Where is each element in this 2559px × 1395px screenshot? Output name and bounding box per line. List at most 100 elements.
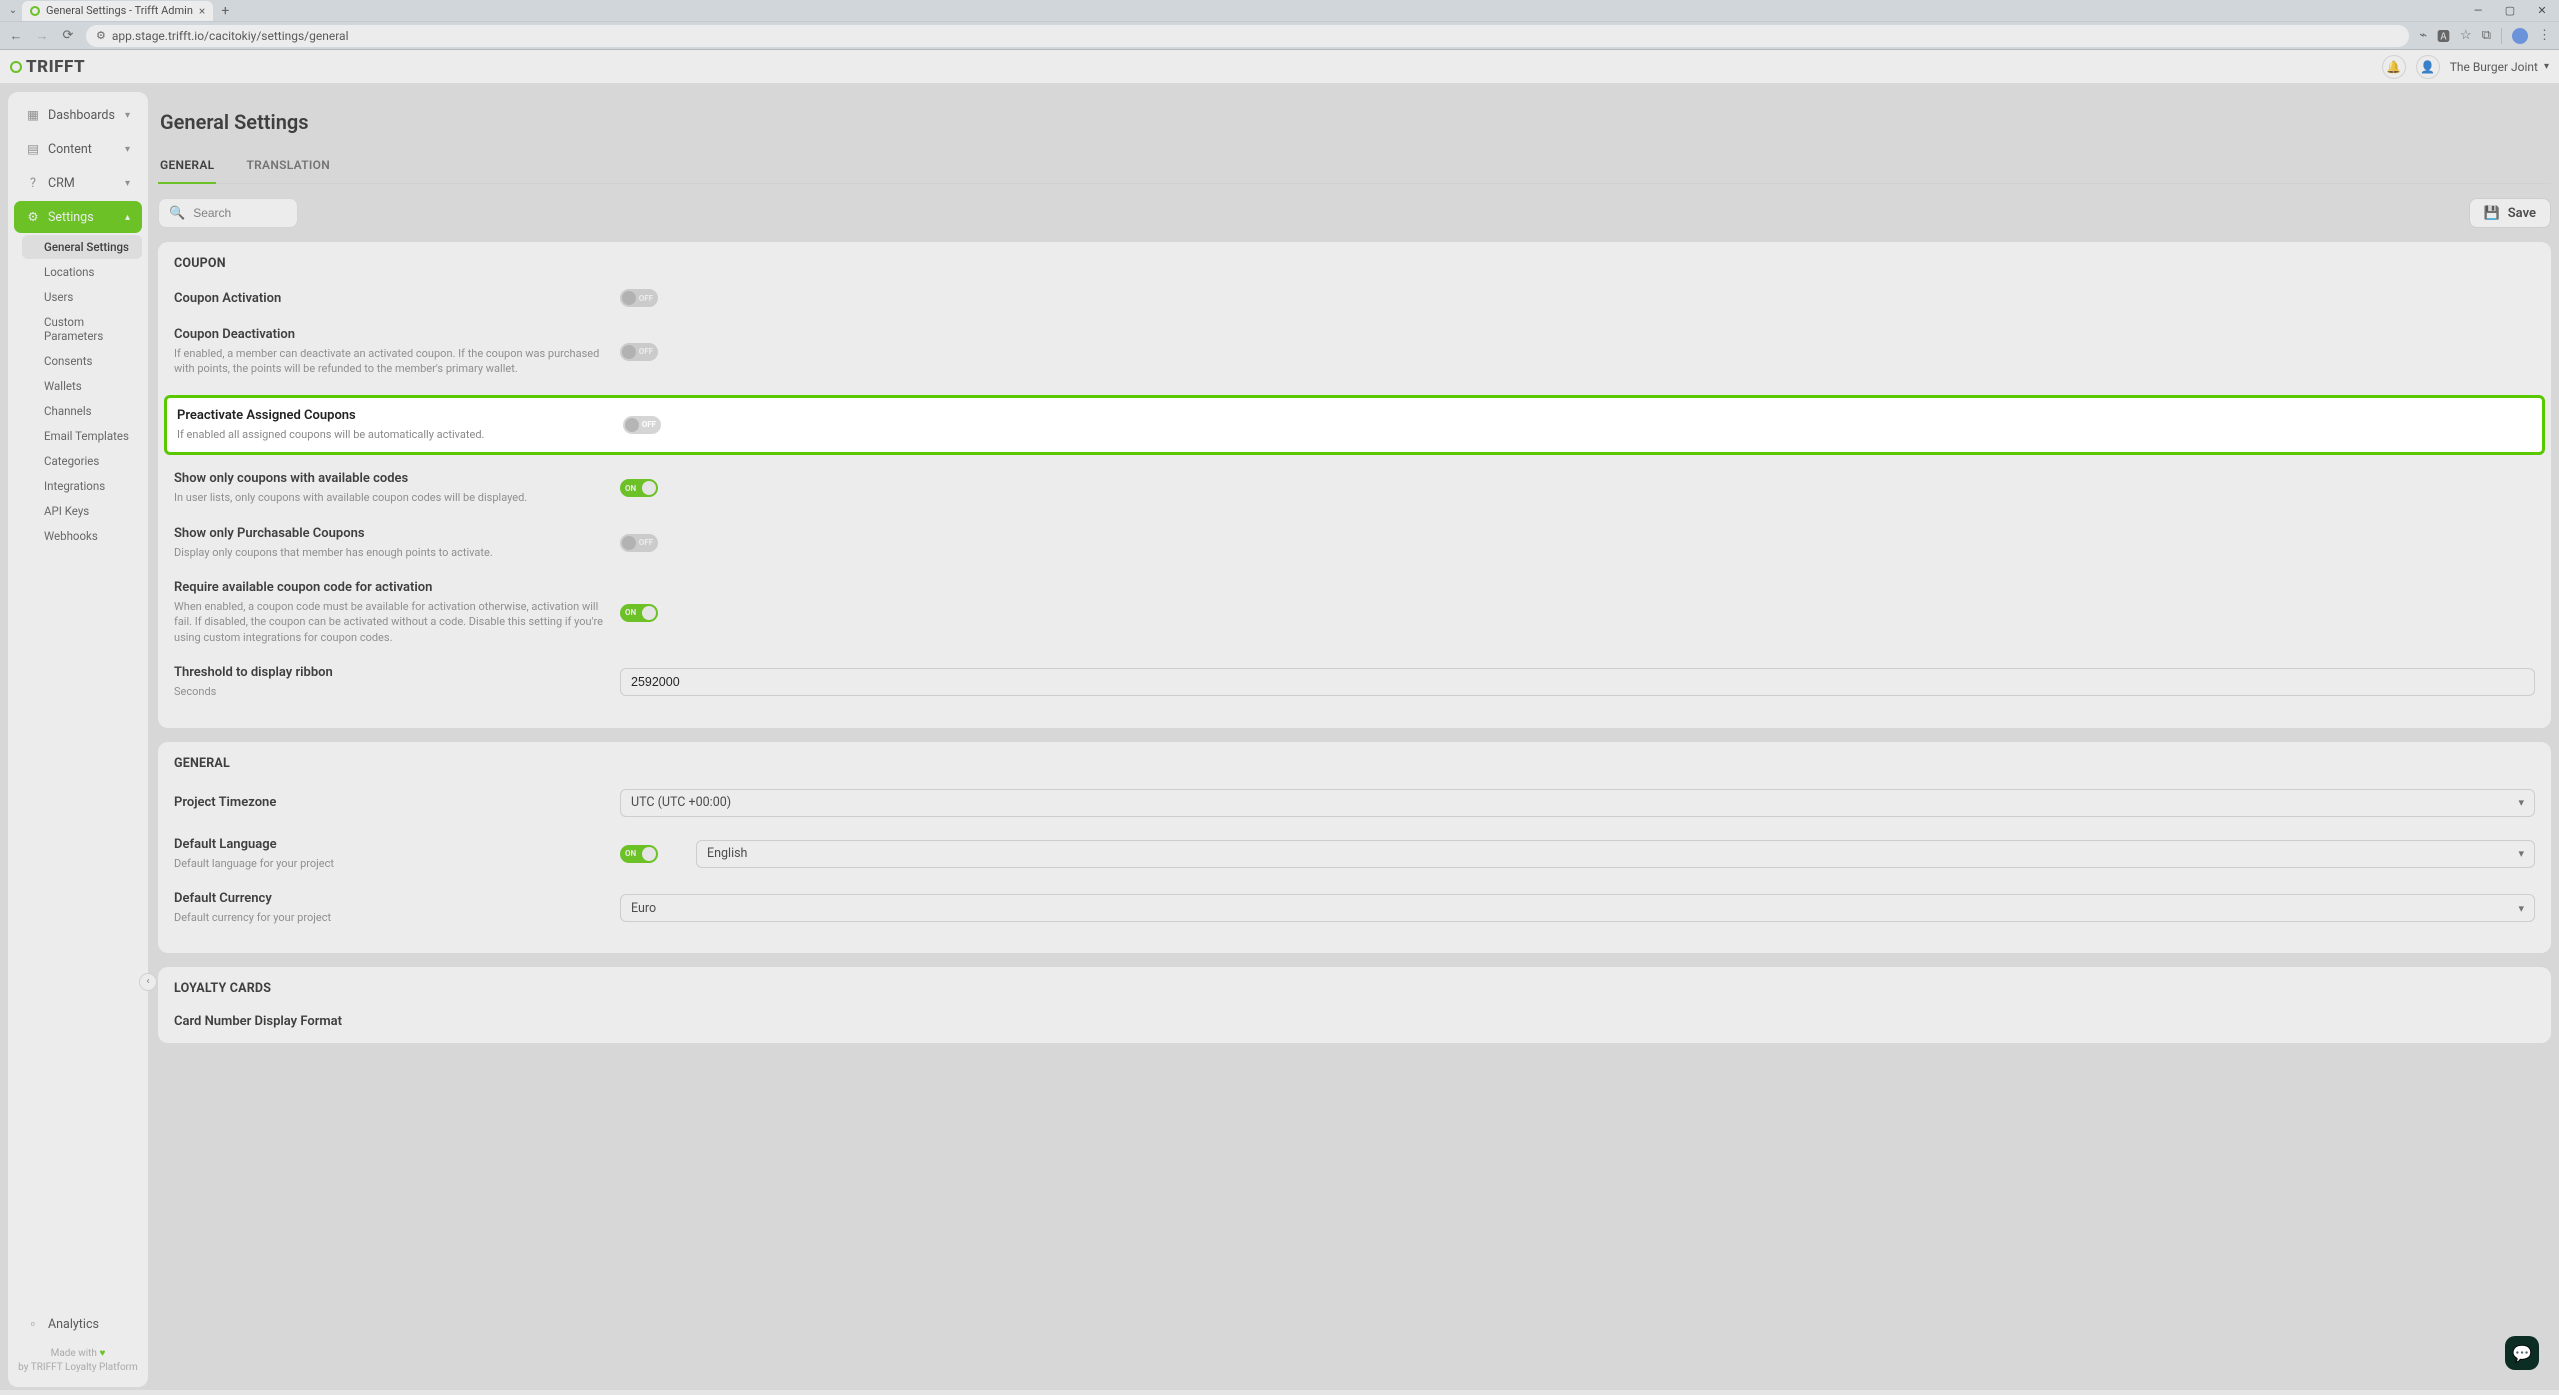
sidebar-collapse-button[interactable]: ‹ <box>139 973 157 991</box>
password-manager-icon[interactable]: ⌁ <box>2419 28 2427 43</box>
tablist-dropdown-icon[interactable]: ⌄ <box>4 5 22 16</box>
browser-tab[interactable]: General Settings - Trifft Admin × <box>22 1 213 21</box>
section-heading: GENERAL <box>174 756 2535 771</box>
sidebar-footer-credit: Made with ♥ by TRIFFT Loyalty Platform <box>8 1341 148 1381</box>
toggle-require-coupon-code[interactable]: ON <box>620 604 658 622</box>
subnav-locations[interactable]: Locations <box>22 260 142 284</box>
chevron-down-icon: ▾ <box>125 110 130 121</box>
account-icon[interactable]: 👤 <box>2416 55 2440 79</box>
toggle-show-available-codes[interactable]: ON <box>620 479 658 497</box>
new-tab-button[interactable]: + <box>213 3 237 19</box>
setting-title: Project Timezone <box>174 795 604 810</box>
general-section: GENERAL Project Timezone UTC (UTC +00:00… <box>158 742 2551 954</box>
tab-translation[interactable]: TRANSLATION <box>244 148 332 183</box>
subnav-webhooks[interactable]: Webhooks <box>22 524 142 548</box>
brand-logo[interactable]: TRIFFT <box>10 57 85 77</box>
workspace-name: The Burger Joint <box>2450 60 2538 74</box>
subnav-api-keys[interactable]: API Keys <box>22 499 142 523</box>
threshold-input[interactable] <box>631 675 2524 689</box>
subnav-wallets[interactable]: Wallets <box>22 374 142 398</box>
toggle-coupon-activation[interactable]: OFF <box>620 289 658 307</box>
window-minimize-icon[interactable]: ― <box>2465 4 2491 17</box>
bookmark-star-icon[interactable]: ☆ <box>2460 28 2472 43</box>
tab-general[interactable]: GENERAL <box>158 148 216 184</box>
setting-title: Show only Purchasable Coupons <box>174 526 604 541</box>
workspace-switcher[interactable]: The Burger Joint ▾ <box>2450 60 2549 74</box>
setting-title: Coupon Activation <box>174 291 604 306</box>
timezone-select[interactable]: UTC (UTC +00:00) ▾ <box>620 789 2535 817</box>
heart-icon: ♥ <box>99 1348 105 1359</box>
sidebar-item-settings[interactable]: ⚙ Settings ▴ <box>14 201 142 233</box>
toggle-default-language[interactable]: ON <box>620 845 658 863</box>
toolbar-divider <box>2501 28 2502 44</box>
setting-title: Require available coupon code for activa… <box>174 580 604 595</box>
search-icon: 🔍 <box>169 206 185 221</box>
currency-value: Euro <box>631 901 656 916</box>
settings-search-input[interactable] <box>193 206 348 220</box>
row-coupon-deactivation: Coupon Deactivation If enabled, a member… <box>174 321 2535 391</box>
extensions-icon[interactable]: ⧉ <box>2482 28 2491 43</box>
language-select[interactable]: English ▾ <box>696 840 2535 868</box>
sidebar-item-content[interactable]: ▤ Content ▾ <box>14 133 142 165</box>
row-show-available-codes: Show only coupons with available codes I… <box>174 465 2535 519</box>
dashboard-icon: ▦ <box>26 108 40 122</box>
subnav-categories[interactable]: Categories <box>22 449 142 473</box>
gear-icon: ⚙ <box>26 210 40 224</box>
settings-search[interactable]: 🔍 <box>158 198 298 228</box>
notifications-icon[interactable]: 🔔 <box>2382 55 2406 79</box>
subnav-integrations[interactable]: Integrations <box>22 474 142 498</box>
save-button[interactable]: 💾 Save <box>2469 198 2551 228</box>
subnav-consents[interactable]: Consents <box>22 349 142 373</box>
profile-avatar-icon[interactable] <box>2512 28 2528 44</box>
row-coupon-activation: Coupon Activation OFF <box>174 283 2535 321</box>
chat-launcher[interactable]: 💬 <box>2505 1336 2539 1370</box>
forward-button[interactable]: → <box>34 28 50 44</box>
settings-tabs: GENERAL TRANSLATION <box>158 148 2551 184</box>
settings-subnav: General Settings Locations Users Custom … <box>8 234 148 549</box>
sidebar-item-analytics[interactable]: ▫ Analytics <box>14 1308 142 1340</box>
setting-desc: Default currency for your project <box>174 910 604 925</box>
setting-title: Threshold to display ribbon <box>174 665 604 680</box>
section-heading: LOYALTY CARDS <box>174 981 2535 996</box>
sidebar-label: CRM <box>48 176 75 191</box>
currency-select[interactable]: Euro ▾ <box>620 894 2535 922</box>
chevron-down-icon: ▾ <box>2544 61 2549 72</box>
chat-icon: 💬 <box>2512 1344 2532 1363</box>
browser-toolbar: ← → ⟳ ⚙ app.stage.trifft.io/cacitokiy/se… <box>0 21 2559 49</box>
question-icon: ? <box>26 176 40 190</box>
threshold-input-wrapper <box>620 668 2535 696</box>
browser-menu-icon[interactable]: ⋮ <box>2538 28 2551 43</box>
tab-title: General Settings - Trifft Admin <box>46 4 193 17</box>
language-value: English <box>707 846 747 861</box>
brand-name: TRIFFT <box>26 57 85 77</box>
row-show-purchasable: Show only Purchasable Coupons Display on… <box>174 520 2535 574</box>
subnav-users[interactable]: Users <box>22 285 142 309</box>
sidebar-label: Settings <box>48 210 94 225</box>
row-default-language: Default Language Default language for yo… <box>174 831 2535 885</box>
window-maximize-icon[interactable]: ▢ <box>2497 4 2523 17</box>
window-close-icon[interactable]: ✕ <box>2529 4 2555 17</box>
setting-desc: Seconds <box>174 684 604 699</box>
back-button[interactable]: ← <box>8 28 24 44</box>
sidebar-item-dashboards[interactable]: ▦ Dashboards ▾ <box>14 99 142 131</box>
toggle-preactivate-coupons[interactable]: OFF <box>623 416 661 434</box>
subnav-email-templates[interactable]: Email Templates <box>22 424 142 448</box>
tab-close-icon[interactable]: × <box>199 4 205 18</box>
page-title: General Settings <box>158 92 2551 148</box>
sidebar-label: Dashboards <box>48 108 115 123</box>
setting-title: Default Language <box>174 837 604 852</box>
translate-icon[interactable]: 🅰 <box>2437 26 2450 45</box>
toggle-show-purchasable[interactable]: OFF <box>620 534 658 552</box>
sidebar-item-crm[interactable]: ? CRM ▾ <box>14 167 142 199</box>
subnav-custom-parameters[interactable]: Custom Parameters <box>22 310 142 348</box>
subnav-general-settings[interactable]: General Settings <box>22 235 142 259</box>
loyalty-cards-section: LOYALTY CARDS Card Number Display Format <box>158 967 2551 1043</box>
chevron-up-icon: ▴ <box>125 212 130 223</box>
address-bar[interactable]: ⚙ app.stage.trifft.io/cacitokiy/settings… <box>86 25 2409 47</box>
reload-button[interactable]: ⟳ <box>60 28 76 43</box>
subnav-channels[interactable]: Channels <box>22 399 142 423</box>
sidebar-label: Analytics <box>48 1317 99 1332</box>
toggle-coupon-deactivation[interactable]: OFF <box>620 343 658 361</box>
site-info-icon[interactable]: ⚙ <box>96 29 106 42</box>
main-panel: General Settings GENERAL TRANSLATION 🔍 💾… <box>158 92 2551 1387</box>
